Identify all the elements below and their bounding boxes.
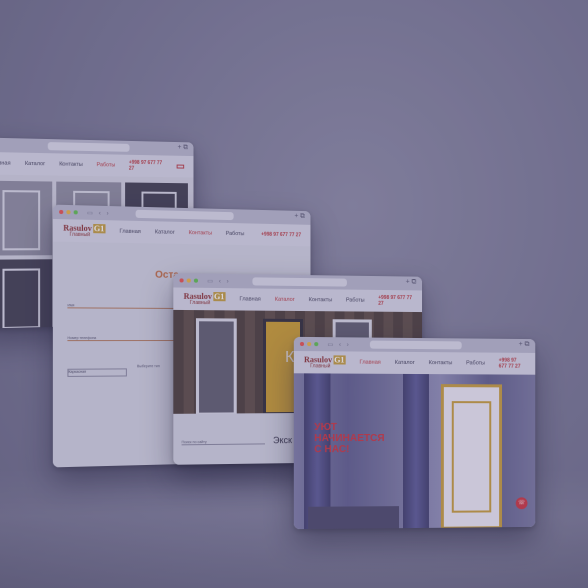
address-bar[interactable] (47, 142, 130, 152)
presentation-stage: + ⧉ Главная Каталог Контакты Работы +998… (0, 0, 588, 588)
browser-window-home: ▭ ‹ › + ⧉ Rasulov G1 Главный Главная Ката… (293, 336, 536, 530)
door-card[interactable] (0, 180, 53, 256)
door-image (195, 318, 237, 416)
phone-number[interactable]: +998 97 677 77 27 (129, 160, 164, 172)
maximize-dot[interactable] (193, 278, 199, 283)
nav-works[interactable]: Работы (97, 162, 116, 168)
minimize-dot[interactable] (307, 342, 312, 347)
phone-number[interactable]: +998 97 677 77 27 (261, 232, 301, 239)
brand-logo[interactable]: Rasulov G1 Главный (63, 223, 106, 238)
new-tab-icon[interactable]: + ⧉ (406, 278, 417, 286)
maximize-dot[interactable] (73, 210, 78, 215)
nav-home[interactable]: Главная (240, 296, 261, 302)
site-nav: Rasulov G1 Главный Главная Каталог Контак… (293, 351, 536, 375)
nav-catalog[interactable]: Каталог (25, 161, 45, 167)
site-nav: Rasulov G1 Главный Главная Каталог Контак… (173, 287, 423, 313)
nav-arrows-icon[interactable]: ▭ ‹ › (207, 277, 230, 284)
new-tab-icon[interactable]: + ⧉ (178, 144, 188, 152)
nav-catalog[interactable]: Каталог (395, 360, 415, 366)
nav-catalog[interactable]: Каталог (155, 229, 175, 235)
nav-home[interactable]: Главная (0, 160, 11, 167)
address-bar[interactable] (369, 340, 462, 350)
close-dot[interactable] (179, 278, 184, 283)
minimize-dot[interactable] (186, 278, 191, 283)
search-input[interactable]: Поиск по сайту (181, 439, 266, 446)
nav-works[interactable]: Работы (346, 297, 365, 303)
nav-works[interactable]: Работы (226, 231, 245, 237)
new-tab-icon[interactable]: + ⧉ (519, 341, 530, 349)
chat-button[interactable]: ☏ (515, 497, 528, 510)
door-card[interactable] (0, 259, 53, 329)
nav-contacts[interactable]: Контакты (429, 360, 453, 366)
minimize-dot[interactable] (66, 210, 71, 215)
door-image (440, 384, 503, 530)
phone-number[interactable]: +998 97 677 77 27 (499, 358, 526, 370)
nav-contacts[interactable]: Контакты (189, 230, 212, 236)
maximize-dot[interactable] (314, 342, 319, 347)
browser-titlebar: ▭ ‹ › + ⧉ (293, 336, 536, 353)
exclusive-heading: Экск (273, 435, 292, 446)
nav-arrows-icon[interactable]: ▭ ‹ › (327, 341, 350, 348)
nav-contacts[interactable]: Контакты (309, 297, 332, 303)
furniture-image (308, 506, 400, 530)
brand-logo[interactable]: Rasulov G1 Главный (304, 355, 346, 369)
close-dot[interactable] (59, 209, 64, 215)
address-bar[interactable] (135, 209, 234, 221)
nav-contacts[interactable]: Контакты (59, 161, 83, 167)
nav-home[interactable]: Главная (120, 229, 141, 236)
call-button[interactable] (176, 164, 185, 169)
new-tab-icon[interactable]: + ⧉ (294, 213, 304, 221)
close-dot[interactable] (299, 341, 305, 347)
phone-number[interactable]: +998 97 677 77 27 (378, 295, 412, 307)
browser-titlebar: ▭ ‹ › + ⧉ (173, 273, 423, 291)
type-select[interactable]: Каркасная (67, 368, 127, 377)
address-bar[interactable] (252, 277, 347, 287)
select-label: Выберите тип (137, 364, 160, 369)
nav-catalog[interactable]: Каталог (275, 297, 295, 303)
hero-headline: УЮТ НАЧИНАЕТСЯ С НАС! (314, 421, 385, 456)
curtain-image (403, 373, 429, 529)
nav-works[interactable]: Работы (466, 360, 485, 366)
site-nav: Главная Каталог Контакты Работы +998 97 … (0, 151, 194, 178)
nav-home[interactable]: Главная (360, 360, 381, 366)
nav-arrows-icon[interactable]: ▭ ‹ › (87, 209, 111, 217)
home-hero: УЮТ НАЧИНАЕТСЯ С НАС! ☏ (293, 373, 536, 530)
brand-logo[interactable]: Rasulov G1 Главный (184, 291, 226, 306)
